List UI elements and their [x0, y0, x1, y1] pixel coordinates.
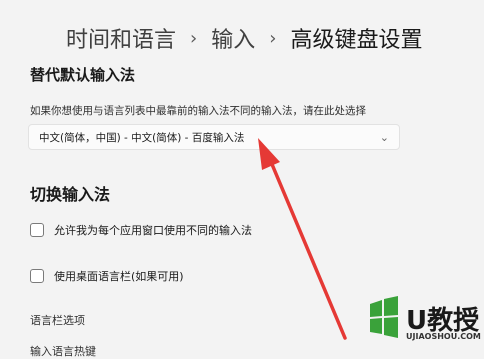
watermark-logo: U教授 UJIAOSHOU.COM	[366, 296, 484, 351]
windows-logo-icon	[370, 296, 398, 338]
switch-input-heading: 切换输入法	[30, 185, 111, 204]
desktop-language-bar-label: 使用桌面语言栏(如果可用)	[54, 270, 184, 283]
breadcrumb: 时间和语言 › 输入 › 高级键盘设置	[66, 22, 422, 54]
desktop-language-bar-checkbox-row[interactable]: 使用桌面语言栏(如果可用)	[30, 268, 184, 284]
per-app-input-checkbox[interactable]	[30, 223, 44, 237]
per-app-input-checkbox-row[interactable]: 允许我为每个应用窗口使用不同的输入法	[30, 222, 252, 238]
default-input-method-dropdown[interactable]: 中文(简体，中国) - 中文(简体) - 百度输入法 ⌄	[28, 124, 400, 150]
dropdown-value: 中文(简体，中国) - 中文(简体) - 百度输入法	[39, 131, 245, 144]
chevron-right-icon: ›	[190, 27, 198, 49]
chevron-right-icon: ›	[269, 27, 277, 49]
breadcrumb-item-time-language[interactable]: 时间和语言	[66, 22, 176, 54]
breadcrumb-item-input[interactable]: 输入	[211, 22, 255, 54]
language-bar-options-link[interactable]: 语言栏选项	[30, 312, 85, 328]
desktop-language-bar-checkbox[interactable]	[30, 269, 44, 283]
page-title: 高级键盘设置	[290, 28, 423, 53]
input-hotkeys-link[interactable]: 输入语言热键	[30, 343, 96, 359]
watermark-url: UJIAOSHOU.COM	[406, 332, 481, 341]
override-default-input-heading: 替代默认输入法	[30, 66, 136, 84]
override-description: 如果你想使用与语言列表中最靠前的输入法不同的输入法，请在此处选择	[30, 105, 366, 117]
chevron-down-icon: ⌄	[379, 130, 389, 144]
per-app-input-label: 允许我为每个应用窗口使用不同的输入法	[54, 224, 252, 237]
